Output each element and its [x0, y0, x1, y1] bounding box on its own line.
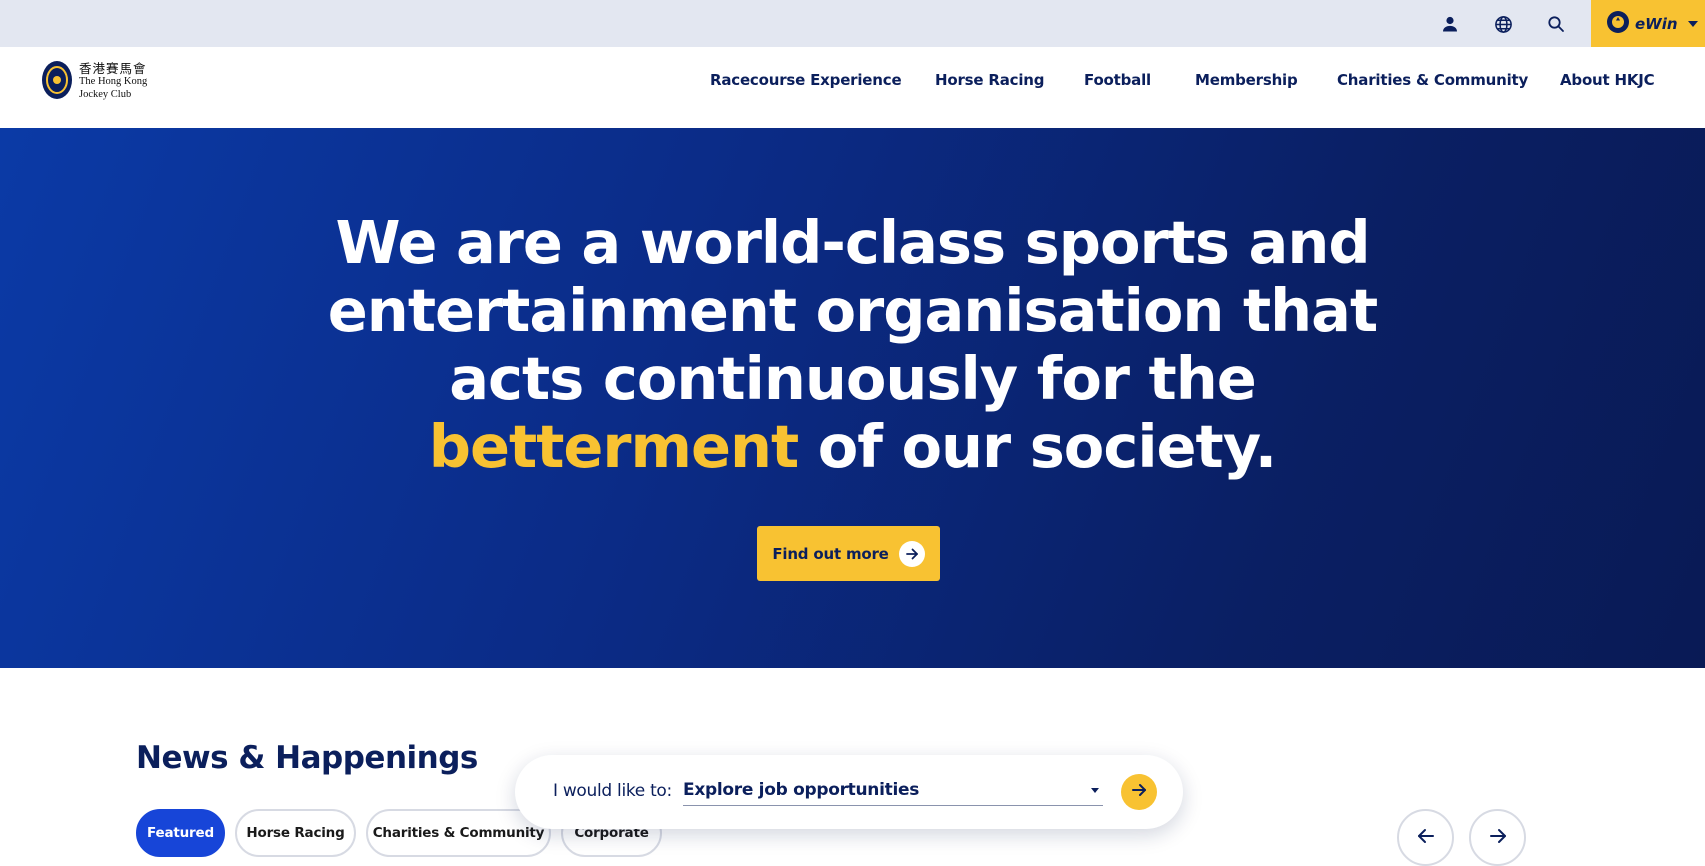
- selector-label: I would like to:: [553, 781, 672, 801]
- nav-football[interactable]: Football: [1084, 71, 1151, 89]
- hero-banner: We are a world-class sports and entertai…: [0, 128, 1705, 668]
- ewin-label: eWin: [1635, 14, 1678, 33]
- intent-dropdown[interactable]: Explore job opportunities: [683, 774, 1103, 806]
- arrow-right-icon: [898, 540, 925, 567]
- find-out-more-label: Find out more: [772, 544, 889, 563]
- globe-icon[interactable]: [1490, 11, 1516, 37]
- ewin-logo-icon: [1605, 9, 1631, 39]
- user-icon[interactable]: [1437, 11, 1463, 37]
- nav-membership[interactable]: Membership: [1195, 71, 1298, 89]
- nav-about-hkjc[interactable]: About HKJC: [1560, 71, 1655, 89]
- hero-line-2: entertainment organisation that: [327, 276, 1378, 345]
- logo-chinese: 香港賽馬會: [79, 61, 147, 76]
- arrow-left-icon: [1416, 826, 1436, 850]
- chevron-down-icon: [1687, 20, 1698, 27]
- hero-highlight: betterment: [428, 412, 799, 481]
- carousel-next-button[interactable]: [1469, 809, 1526, 866]
- caret-down-icon: [1091, 788, 1099, 793]
- arrow-right-icon: [1131, 782, 1147, 802]
- logo-line-2: Jockey Club: [79, 88, 132, 100]
- logo-text: 香港賽馬會 The Hong Kong Jockey Club: [79, 63, 147, 102]
- selector-go-button[interactable]: [1121, 774, 1157, 810]
- main-nav: 香港賽馬會 The Hong Kong Jockey Club Racecour…: [0, 47, 1705, 128]
- hkjc-logo[interactable]: 香港賽馬會 The Hong Kong Jockey Club: [41, 60, 147, 104]
- news-section-title: News & Happenings: [136, 740, 478, 776]
- hero-heading: We are a world-class sports and entertai…: [250, 209, 1455, 481]
- carousel-prev-button[interactable]: [1397, 809, 1454, 866]
- hero-line-1: We are a world-class sports and: [335, 208, 1370, 277]
- logo-line-1: The Hong Kong: [79, 76, 148, 88]
- nav-racecourse-experience[interactable]: Racecourse Experience: [710, 71, 902, 89]
- nav-charities-community[interactable]: Charities & Community: [1337, 71, 1528, 89]
- chip-featured[interactable]: Featured: [136, 809, 225, 857]
- ewin-button[interactable]: eWin: [1591, 0, 1705, 47]
- arrow-right-icon: [1488, 826, 1508, 850]
- hero-line-3: acts continuously for the: [449, 344, 1257, 413]
- utility-bar: eWin: [0, 0, 1705, 47]
- hero-line-4: of our society.: [798, 412, 1277, 481]
- find-out-more-button[interactable]: Find out more: [757, 526, 940, 581]
- nav-horse-racing[interactable]: Horse Racing: [935, 71, 1045, 89]
- chip-horse-racing[interactable]: Horse Racing: [235, 809, 356, 857]
- hkjc-emblem-icon: [41, 60, 73, 104]
- intent-dropdown-value: Explore job opportunities: [683, 780, 920, 800]
- search-icon[interactable]: [1543, 11, 1569, 37]
- intent-selector-bar: I would like to: Explore job opportuniti…: [515, 755, 1183, 829]
